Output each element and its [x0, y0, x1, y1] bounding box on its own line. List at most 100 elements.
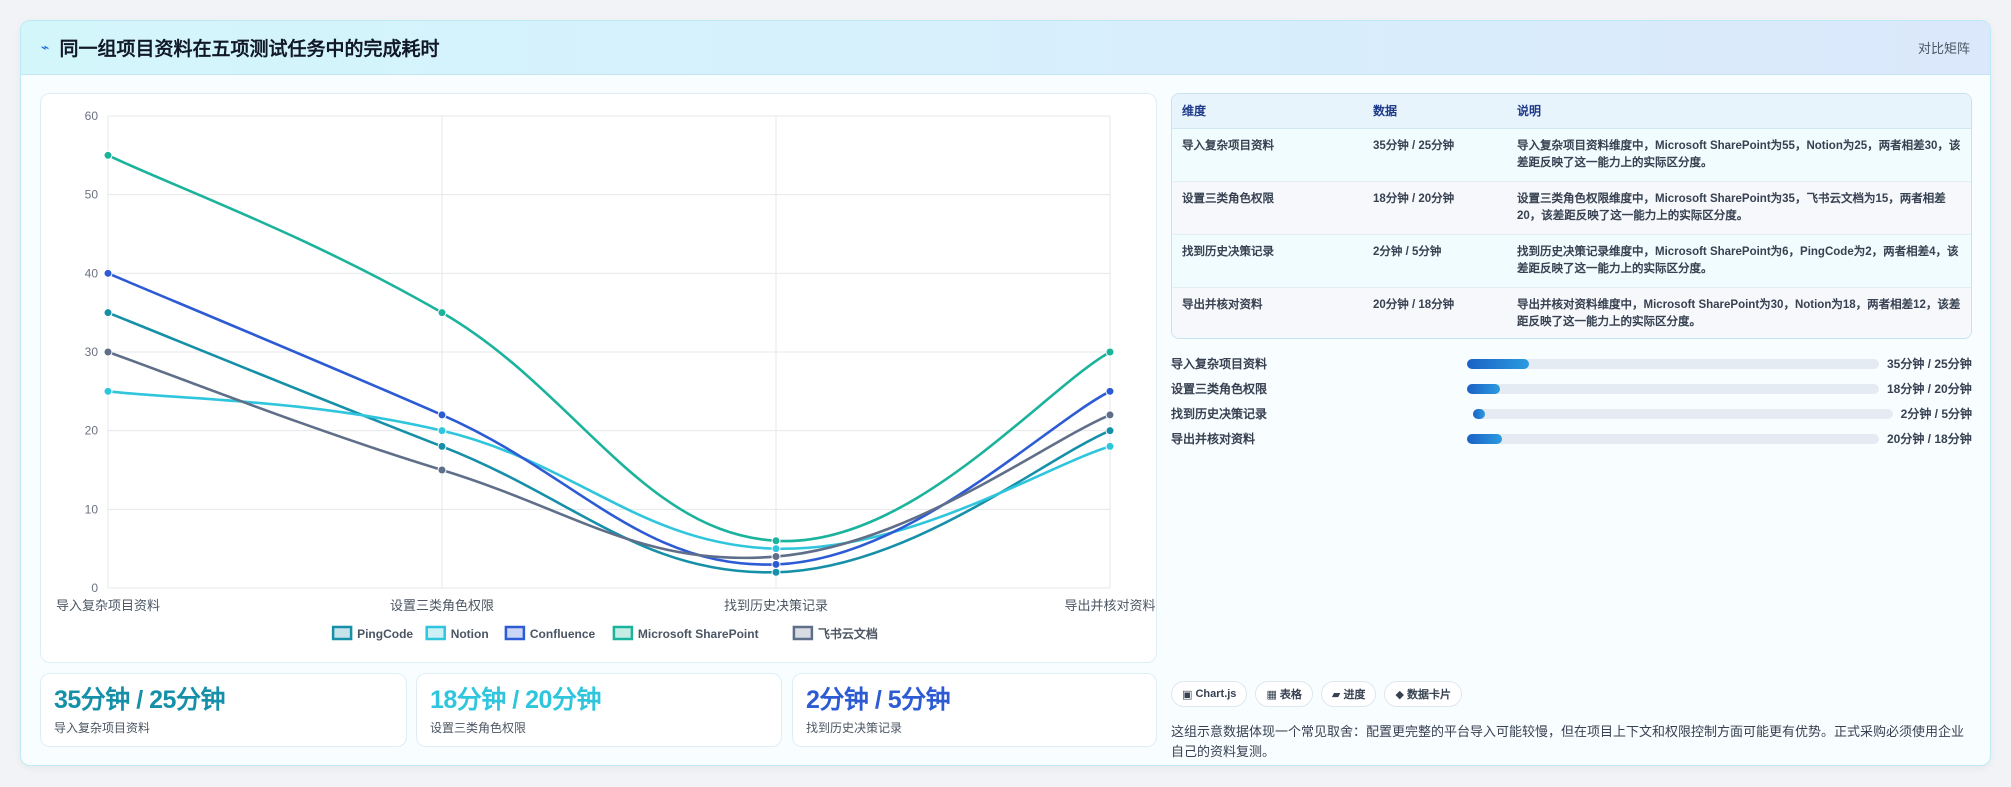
legend-label: 飞书云文档 [818, 626, 878, 641]
progress-fill [1472, 408, 1486, 419]
progress-fill [1467, 433, 1503, 444]
progress-label: 找到历史决策记录 [1171, 407, 1268, 421]
progress-value: 2分钟 / 5分钟 [1900, 407, 1972, 421]
footnote-text: 这组示意数据体现一个常见取舍：配置更完整的平台导入可能较慢，但在项目上下文和权限… [1171, 724, 1965, 759]
table-row: 导入复杂项目资料 35分钟 / 25分钟 导入复杂项目资料维度中，Microso… [1172, 128, 1971, 182]
table-cell-dimension: 导入复杂项目资料 [1172, 128, 1363, 182]
data-point [437, 465, 447, 475]
progress-value: 18分钟 / 20分钟 [1887, 382, 1972, 396]
series-line [107, 272, 1111, 566]
tag-progress: ▰ 进度 [1320, 681, 1377, 707]
table-cell-description: 设置三类角色权限维度中，Microsoft SharePoint为35，飞书云文… [1507, 181, 1971, 235]
stat-value: 2分钟 / 5分钟 [806, 686, 951, 714]
data-point [103, 347, 113, 357]
table-cell-dimension: 设置三类角色权限 [1172, 181, 1363, 235]
data-point [771, 552, 781, 562]
page-title: 同一组项目资料在五项测试任务中的完成耗时 [59, 39, 440, 60]
progress-label: 设置三类角色权限 [1171, 382, 1268, 396]
stat-value: 35分钟 / 25分钟 [54, 686, 225, 714]
progress-row: 导出并核对资料 20分钟 / 18分钟 [1171, 426, 1972, 451]
table-cell-dimension: 找到历史决策记录 [1172, 234, 1363, 288]
tag-label: 数据卡片 [1406, 689, 1451, 701]
table-cell-description: 导入复杂项目资料维度中，Microsoft SharePoint为55，Noti… [1507, 128, 1971, 182]
progress-value: 20分钟 / 18分钟 [1887, 432, 1972, 446]
dashboard-frame: ⌁ 同一组项目资料在五项测试任务中的完成耗时 对比矩阵 0 10 20 30 40 50 6… [20, 20, 1991, 766]
series-line [107, 154, 1111, 543]
legend-label: Notion [451, 627, 489, 641]
data-point [103, 150, 113, 160]
data-point [1105, 441, 1115, 451]
progress-track [1467, 358, 1879, 369]
chart-icon: ▣ [1182, 688, 1193, 701]
stat-card-1: 35分钟 / 25分钟 导入复杂项目资料 [40, 673, 407, 747]
stat-label: 导入复杂项目资料 [54, 721, 151, 735]
tag-label: 表格 [1279, 689, 1302, 701]
data-point [437, 308, 447, 318]
legend-label: PingCode [357, 627, 413, 641]
x-tick-label: 导出并核对资料 [1064, 598, 1155, 613]
legend-swatch [425, 625, 446, 641]
tag-label: 进度 [1343, 689, 1366, 701]
data-point [437, 426, 447, 436]
y-tick-label: 60 [85, 109, 99, 123]
progress-list: 导入复杂项目资料 35分钟 / 25分钟 设置三类角色权限 18分钟 / 20分… [1171, 351, 1972, 451]
y-tick-label: 40 [85, 266, 99, 280]
progress-track [1467, 383, 1879, 394]
data-point [103, 268, 113, 278]
tag-label: Chart.js [1195, 688, 1237, 700]
table-cell-description: 导出并核对资料维度中，Microsoft SharePoint为30，Notio… [1507, 287, 1971, 338]
table-header-data: 数据 [1363, 94, 1507, 129]
line-chart-card: 0 10 20 30 40 50 60 导入复杂项目资料 设置三类角色权限 找到历史决策记录 导出并… [40, 93, 1157, 663]
stat-card-3: 2分钟 / 5分钟 找到历史决策记录 [792, 673, 1157, 747]
data-point [771, 536, 781, 546]
progress-value: 35分钟 / 25分钟 [1887, 357, 1972, 371]
bolt-icon: ⌁ [41, 39, 50, 55]
progress-row: 导入复杂项目资料 35分钟 / 25分钟 [1171, 351, 1972, 376]
progress-track [1467, 433, 1879, 444]
data-table: 维度 数据 说明 导入复杂项目资料 35分钟 / 25分钟 导入复杂项目资料维度… [1171, 93, 1972, 339]
legend-label: Confluence [530, 627, 596, 641]
legend-label: Microsoft SharePoint [638, 627, 759, 641]
tag-chartjs: ▣ Chart.js [1171, 681, 1248, 707]
stat-label: 设置三类角色权限 [430, 721, 527, 735]
table-cell-description: 找到历史决策记录维度中，Microsoft SharePoint为6，PingC… [1507, 234, 1971, 288]
legend-swatch [504, 625, 526, 641]
table-row: 设置三类角色权限 18分钟 / 20分钟 设置三类角色权限维度中，Microso… [1172, 181, 1971, 235]
progress-track [1472, 408, 1893, 419]
y-tick-label: 20 [85, 424, 99, 438]
table-cell-dimension: 导出并核对资料 [1172, 287, 1363, 338]
data-point [1105, 426, 1115, 436]
progress-label: 导入复杂项目资料 [1171, 357, 1268, 371]
data-point [1105, 386, 1115, 396]
table-cell-data: 18分钟 / 20分钟 [1363, 181, 1507, 235]
legend-swatch [612, 625, 634, 641]
data-point [437, 410, 447, 420]
table-row: 导出并核对资料 20分钟 / 18分钟 导出并核对资料维度中，Microsoft… [1172, 287, 1971, 338]
table-cell-data: 20分钟 / 18分钟 [1363, 287, 1507, 338]
header-bar: ⌁ 同一组项目资料在五项测试任务中的完成耗时 对比矩阵 [21, 21, 1990, 75]
progress-row: 设置三类角色权限 18分钟 / 20分钟 [1171, 376, 1972, 401]
table-row: 找到历史决策记录 2分钟 / 5分钟 找到历史决策记录维度中，Microsoft… [1172, 234, 1971, 288]
table-cell-data: 35分钟 / 25分钟 [1363, 128, 1507, 182]
progress-fill [1467, 383, 1500, 394]
x-tick-label: 设置三类角色权限 [390, 598, 494, 613]
y-tick-label: 10 [85, 502, 99, 516]
table-icon: ▦ [1266, 688, 1277, 701]
data-point [771, 567, 781, 577]
data-point [437, 441, 447, 451]
progress-fill [1467, 358, 1529, 369]
data-point [1105, 347, 1115, 357]
header-right-label: 对比矩阵 [1917, 41, 1970, 56]
progress-icon: ▰ [1331, 688, 1341, 701]
stat-value: 18分钟 / 20分钟 [430, 686, 601, 714]
data-point [103, 308, 113, 318]
legend-swatch [792, 625, 814, 641]
tech-tags: ▣ Chart.js ▦ 表格 ▰ 进度 ◆ 数据卡片 [1171, 681, 1462, 707]
x-tick-label: 找到历史决策记录 [724, 598, 828, 613]
progress-label: 导出并核对资料 [1171, 432, 1256, 446]
legend-swatch [331, 625, 353, 641]
table-header-description: 说明 [1507, 94, 1971, 129]
stat-card-2: 18分钟 / 20分钟 设置三类角色权限 [416, 673, 782, 747]
x-tick-label: 导入复杂项目资料 [56, 598, 160, 613]
table-cell-data: 2分钟 / 5分钟 [1363, 234, 1507, 288]
